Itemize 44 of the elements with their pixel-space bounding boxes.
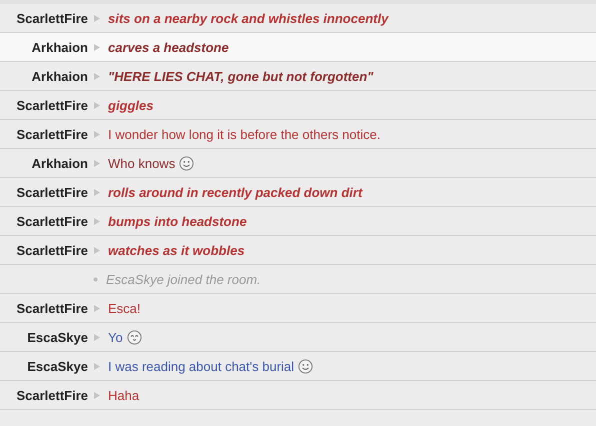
message-text: Haha — [108, 388, 140, 402]
arrow-icon — [94, 160, 100, 166]
author-name: ScarlettFire — [15, 98, 88, 112]
arrow-icon — [94, 362, 100, 370]
author-name: Arkhaion — [30, 68, 88, 84]
author-name: ScarlettFire — [15, 126, 88, 142]
author-name: ScarlettFire — [15, 242, 88, 258]
author-name: EscaSkye — [26, 358, 88, 374]
author-name: Arkhaion — [30, 40, 88, 54]
message-text: watches as it wobbles — [108, 242, 245, 258]
arrow-icon — [94, 130, 100, 138]
author-name: ScarlettFire — [15, 10, 88, 26]
arrow-icon — [94, 392, 100, 398]
arrow-icon — [94, 334, 100, 340]
arrow-icon — [94, 72, 100, 80]
message-text: "HERE LIES CHAT, gone but not forgotten" — [108, 68, 374, 84]
message-text: EscaSkye joined the room. — [106, 272, 261, 286]
arrow-icon — [94, 304, 100, 312]
arrow-icon — [94, 246, 100, 254]
author-name: ScarlettFire — [15, 184, 88, 200]
message-text: Who knows — [108, 156, 176, 170]
bullet-icon — [93, 276, 98, 282]
message-text: bumps into headstone — [108, 214, 247, 228]
author-name: Arkhaion — [30, 156, 88, 170]
arrow-icon — [94, 188, 100, 196]
message-text: sits on a nearby rock and whistles innocently — [108, 10, 388, 26]
message-text: giggles — [108, 98, 154, 112]
author-name: ScarlettFire — [15, 388, 88, 402]
author-name: EscaSkye — [26, 330, 88, 344]
smiley-icon — [298, 358, 314, 374]
message-text: rolls around in recently packed down dirt — [108, 184, 362, 200]
author-name: ScarlettFire — [15, 214, 88, 228]
message-text: I was reading about chat's burial — [108, 358, 294, 374]
smiley-icon — [179, 156, 194, 170]
arrow-icon — [94, 44, 100, 50]
message-text: Esca! — [108, 300, 141, 316]
arrow-icon — [94, 102, 100, 108]
message-text: I wonder how long it is before the others notice. — [108, 126, 380, 142]
arrow-icon — [94, 14, 100, 22]
arrow-icon — [94, 218, 100, 224]
message-text: Yo — [108, 330, 123, 344]
message-text: carves a headstone — [108, 40, 229, 54]
author-name: ScarlettFire — [15, 300, 88, 316]
smiley-icon — [126, 330, 142, 344]
